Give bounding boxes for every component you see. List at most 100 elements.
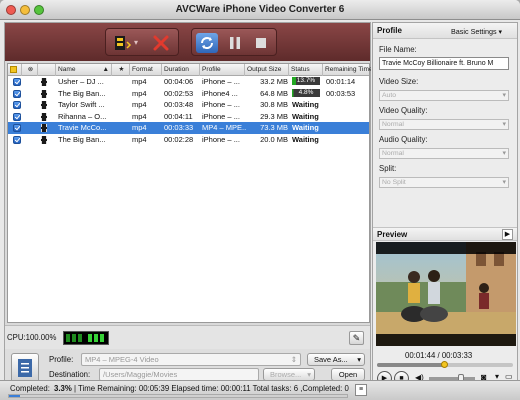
cell-remaining: 00:03:53 xyxy=(326,88,356,98)
table-row[interactable]: Usher – DJ ... mp4 00:04:06 iPhone – ... 33.… xyxy=(8,76,369,88)
cell-profile: iPhone – ... xyxy=(202,100,240,109)
preview-header: Preview ▶ xyxy=(373,227,517,241)
save-as-label: Save As... xyxy=(314,355,348,364)
cell-size: 30.8 MB xyxy=(260,100,288,109)
cell-format: mp4 xyxy=(132,111,147,121)
video-file-icon xyxy=(41,135,47,144)
table-row[interactable]: Travie McCo... mp4 00:03:33 MP4 – MPE... 73.… xyxy=(8,122,369,134)
convert-button[interactable] xyxy=(196,33,218,53)
row-checkbox[interactable] xyxy=(13,112,21,121)
pause-button[interactable] xyxy=(224,33,246,53)
chevron-down-icon: ▾ xyxy=(498,27,503,36)
video-preview xyxy=(376,242,516,346)
row-checkbox[interactable] xyxy=(13,89,21,98)
split-select[interactable]: No Split xyxy=(379,177,509,188)
minimize-window-button[interactable] xyxy=(20,5,30,15)
table-row[interactable]: The Big Ban... mp4 00:02:28 iPhone – ... 20.… xyxy=(8,134,369,146)
row-progress-bar: 13.7% xyxy=(292,77,320,86)
column-duration[interactable]: Duration xyxy=(162,64,200,76)
table-row[interactable]: The Big Ban... mp4 00:02:53 iPhone4 ... 64.8… xyxy=(8,88,369,100)
cell-profile: iPhone – ... xyxy=(202,111,240,121)
cell-name: The Big Ban... xyxy=(58,88,106,98)
file-tool-group: ▾ xyxy=(105,28,179,56)
file-name-label: File Name: xyxy=(379,45,417,54)
video-size-select[interactable]: Auto xyxy=(379,90,509,101)
cell-name: The Big Ban... xyxy=(58,134,106,144)
chevron-down-icon: ▾ xyxy=(357,355,361,364)
video-quality-select[interactable]: Normal xyxy=(379,119,509,130)
log-list-icon[interactable]: ≡ xyxy=(355,384,367,396)
completed-label: Completed: xyxy=(10,384,50,393)
cell-format: mp4 xyxy=(132,123,147,132)
cell-duration: 00:04:11 xyxy=(164,111,193,121)
video-file-icon xyxy=(41,101,47,109)
cell-size: 64.8 MB xyxy=(260,88,288,98)
cell-status: 4.8% xyxy=(292,88,324,100)
window-title: AVCWare iPhone Video Converter 6 xyxy=(175,4,345,15)
task-panel: ▾ ⊗ Name ▲ ★ Format Duration Profile Out… xyxy=(4,22,371,387)
basic-settings-dropdown[interactable]: Basic Settings ▾ xyxy=(451,27,502,36)
profile-header: Profile Basic Settings ▾ xyxy=(373,23,517,39)
close-window-button[interactable] xyxy=(6,5,16,15)
table-body: Usher – DJ ... mp4 00:04:06 iPhone – ... 33.… xyxy=(8,76,369,145)
column-profile[interactable]: Profile xyxy=(200,64,245,76)
split-label: Split: xyxy=(379,164,397,173)
cell-duration: 00:02:28 xyxy=(164,134,194,144)
video-quality-label: Video Quality: xyxy=(379,106,428,115)
stop-button[interactable] xyxy=(250,33,272,53)
select-all-checkbox[interactable] xyxy=(8,64,22,76)
audio-quality-select[interactable]: Normal xyxy=(379,148,509,159)
table-row[interactable]: Rihanna – O... mp4 00:04:11 iPhone – ... 29.… xyxy=(8,111,369,123)
status-bar: Completed: 3.3% | Time Remaining: 00:05:… xyxy=(0,380,520,400)
task-table: ⊗ Name ▲ ★ Format Duration Profile Output… xyxy=(7,63,371,323)
column-format[interactable]: Format xyxy=(130,64,162,76)
time-display: 00:01:44 / 00:03:33 xyxy=(405,351,473,360)
row-checkbox[interactable] xyxy=(13,124,21,132)
seek-handle[interactable] xyxy=(440,361,448,368)
row-checkbox[interactable] xyxy=(13,135,21,144)
conversion-tool-group xyxy=(191,28,277,56)
column-name[interactable]: Name ▲ xyxy=(56,64,112,76)
cell-status: Waiting xyxy=(292,123,319,132)
video-file-icon xyxy=(41,89,47,98)
add-file-button[interactable] xyxy=(112,33,134,53)
document-icon xyxy=(18,359,32,377)
video-file-icon xyxy=(41,78,47,86)
profile-settings-button[interactable] xyxy=(11,353,39,383)
chevron-updown-icon: ⇕ xyxy=(290,355,297,364)
file-name-input[interactable]: Travie McCoy Billionaire ft. Bruno M xyxy=(379,57,509,70)
cell-duration: 00:02:53 xyxy=(164,88,194,98)
row-checkbox[interactable] xyxy=(13,78,21,86)
save-as-button[interactable]: Save As... ▾ xyxy=(307,353,365,366)
zoom-window-button[interactable] xyxy=(34,5,44,15)
cell-duration: 00:03:48 xyxy=(164,100,194,109)
wrench-settings-icon[interactable]: ✎ xyxy=(349,331,364,345)
cell-format: mp4 xyxy=(132,77,147,86)
column-remaining-time[interactable]: Remaining Time xyxy=(323,64,371,76)
favorite-column-icon: ★ xyxy=(112,64,130,76)
row-checkbox[interactable] xyxy=(13,101,21,109)
cell-size: 20.0 MB xyxy=(260,134,288,144)
table-row[interactable]: Taylor Swift ... mp4 00:03:48 iPhone – ... 3… xyxy=(8,99,369,111)
cell-remaining: 00:01:14 xyxy=(326,77,356,86)
preview-title: Preview xyxy=(377,230,408,239)
cell-format: mp4 xyxy=(132,134,147,144)
add-file-icon xyxy=(115,36,132,50)
remove-x-icon xyxy=(153,35,169,51)
status-column-icon: ⊗ xyxy=(22,64,38,76)
title-bar: AVCWare iPhone Video Converter 6 xyxy=(0,0,520,20)
column-output-size[interactable]: Output Size xyxy=(245,64,289,76)
cell-profile: MP4 – MPE... xyxy=(202,123,246,132)
expand-preview-icon[interactable]: ▶ xyxy=(502,229,513,240)
cell-size: 29.3 MB xyxy=(260,111,288,121)
type-column xyxy=(38,64,56,76)
column-name-label: Name xyxy=(58,66,76,73)
profile-select[interactable]: MP4 – MPEG-4 Video ⇕ xyxy=(81,353,301,366)
video-file-icon xyxy=(41,124,47,132)
video-file-icon xyxy=(41,112,47,121)
seek-bar[interactable] xyxy=(377,361,513,368)
cpu-meter xyxy=(63,331,109,345)
dropdown-arrow-icon[interactable]: ▾ xyxy=(134,38,138,47)
remove-button[interactable] xyxy=(150,33,172,53)
column-status[interactable]: Status xyxy=(289,64,323,76)
